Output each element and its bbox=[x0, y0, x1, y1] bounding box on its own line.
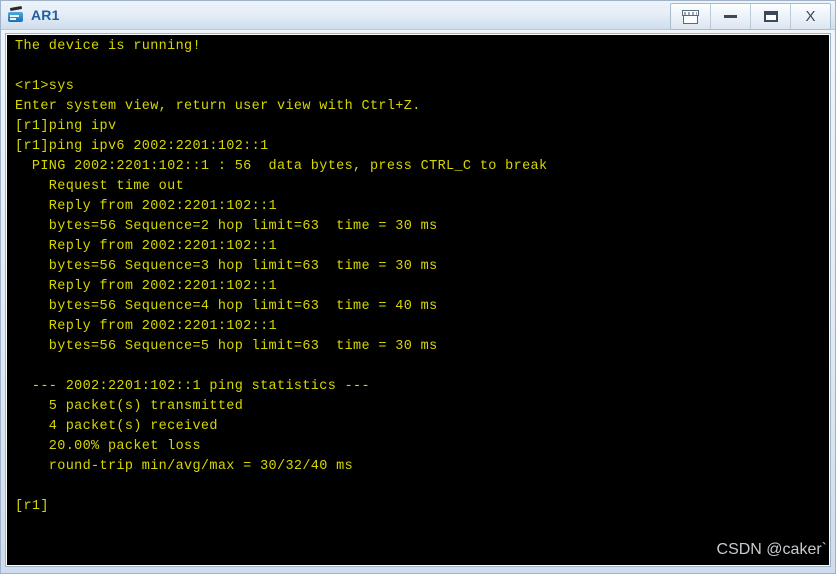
maximize-icon bbox=[763, 11, 778, 22]
terminal-line: round-trip min/avg/max = 30/32/40 ms bbox=[15, 459, 354, 474]
restore-window-button[interactable] bbox=[671, 4, 711, 29]
terminal-line: The device is running! bbox=[15, 39, 201, 54]
terminal-console[interactable]: The device is running! <r1>sys Enter syste… bbox=[7, 35, 829, 565]
title-bar[interactable]: AR1 X bbox=[1, 1, 835, 30]
terminal-line: bytes=56 Sequence=5 hop limit=63 time = … bbox=[15, 339, 438, 354]
terminal-line: Reply from 2002:2201:102::1 bbox=[15, 319, 277, 334]
maximize-button[interactable] bbox=[751, 4, 791, 29]
window-controls: X bbox=[670, 3, 831, 30]
terminal-frame: The device is running! <r1>sys Enter syste… bbox=[5, 33, 831, 567]
terminal-line: PING 2002:2201:102::1 : 56 data bytes, p… bbox=[15, 159, 548, 174]
window-title: AR1 bbox=[31, 7, 60, 23]
terminal-window: AR1 X The device is running! <r1>sys Enter… bbox=[0, 0, 836, 574]
terminal-line: 4 packet(s) received bbox=[15, 419, 218, 434]
terminal-output: The device is running! <r1>sys Enter syste… bbox=[15, 37, 829, 517]
terminal-line: [r1]ping ipv bbox=[15, 119, 117, 134]
terminal-line: 20.00% packet loss bbox=[15, 439, 201, 454]
minimize-button[interactable] bbox=[711, 4, 751, 29]
restore-icon bbox=[682, 9, 699, 24]
close-button[interactable]: X bbox=[791, 4, 830, 29]
watermark: CSDN @caker` bbox=[716, 541, 827, 558]
terminal-line: Reply from 2002:2201:102::1 bbox=[15, 199, 277, 214]
router-icon bbox=[7, 5, 25, 24]
terminal-line: Request time out bbox=[15, 179, 185, 194]
title-bar-left: AR1 bbox=[7, 5, 60, 24]
terminal-line: Enter system view, return user view with… bbox=[15, 99, 421, 114]
close-icon: X bbox=[805, 8, 816, 25]
terminal-line: Reply from 2002:2201:102::1 bbox=[15, 279, 277, 294]
terminal-line: --- 2002:2201:102::1 ping statistics --- bbox=[15, 379, 370, 394]
terminal-line: 5 packet(s) transmitted bbox=[15, 399, 244, 414]
terminal-line: [r1]ping ipv6 2002:2201:102::1 bbox=[15, 139, 269, 154]
terminal-line: <r1>sys bbox=[15, 79, 75, 94]
terminal-line: bytes=56 Sequence=2 hop limit=63 time = … bbox=[15, 219, 438, 234]
terminal-line: bytes=56 Sequence=4 hop limit=63 time = … bbox=[15, 299, 438, 314]
minimize-icon bbox=[724, 15, 737, 18]
terminal-line: [r1] bbox=[15, 499, 49, 514]
terminal-line: bytes=56 Sequence=3 hop limit=63 time = … bbox=[15, 259, 438, 274]
terminal-line: Reply from 2002:2201:102::1 bbox=[15, 239, 277, 254]
